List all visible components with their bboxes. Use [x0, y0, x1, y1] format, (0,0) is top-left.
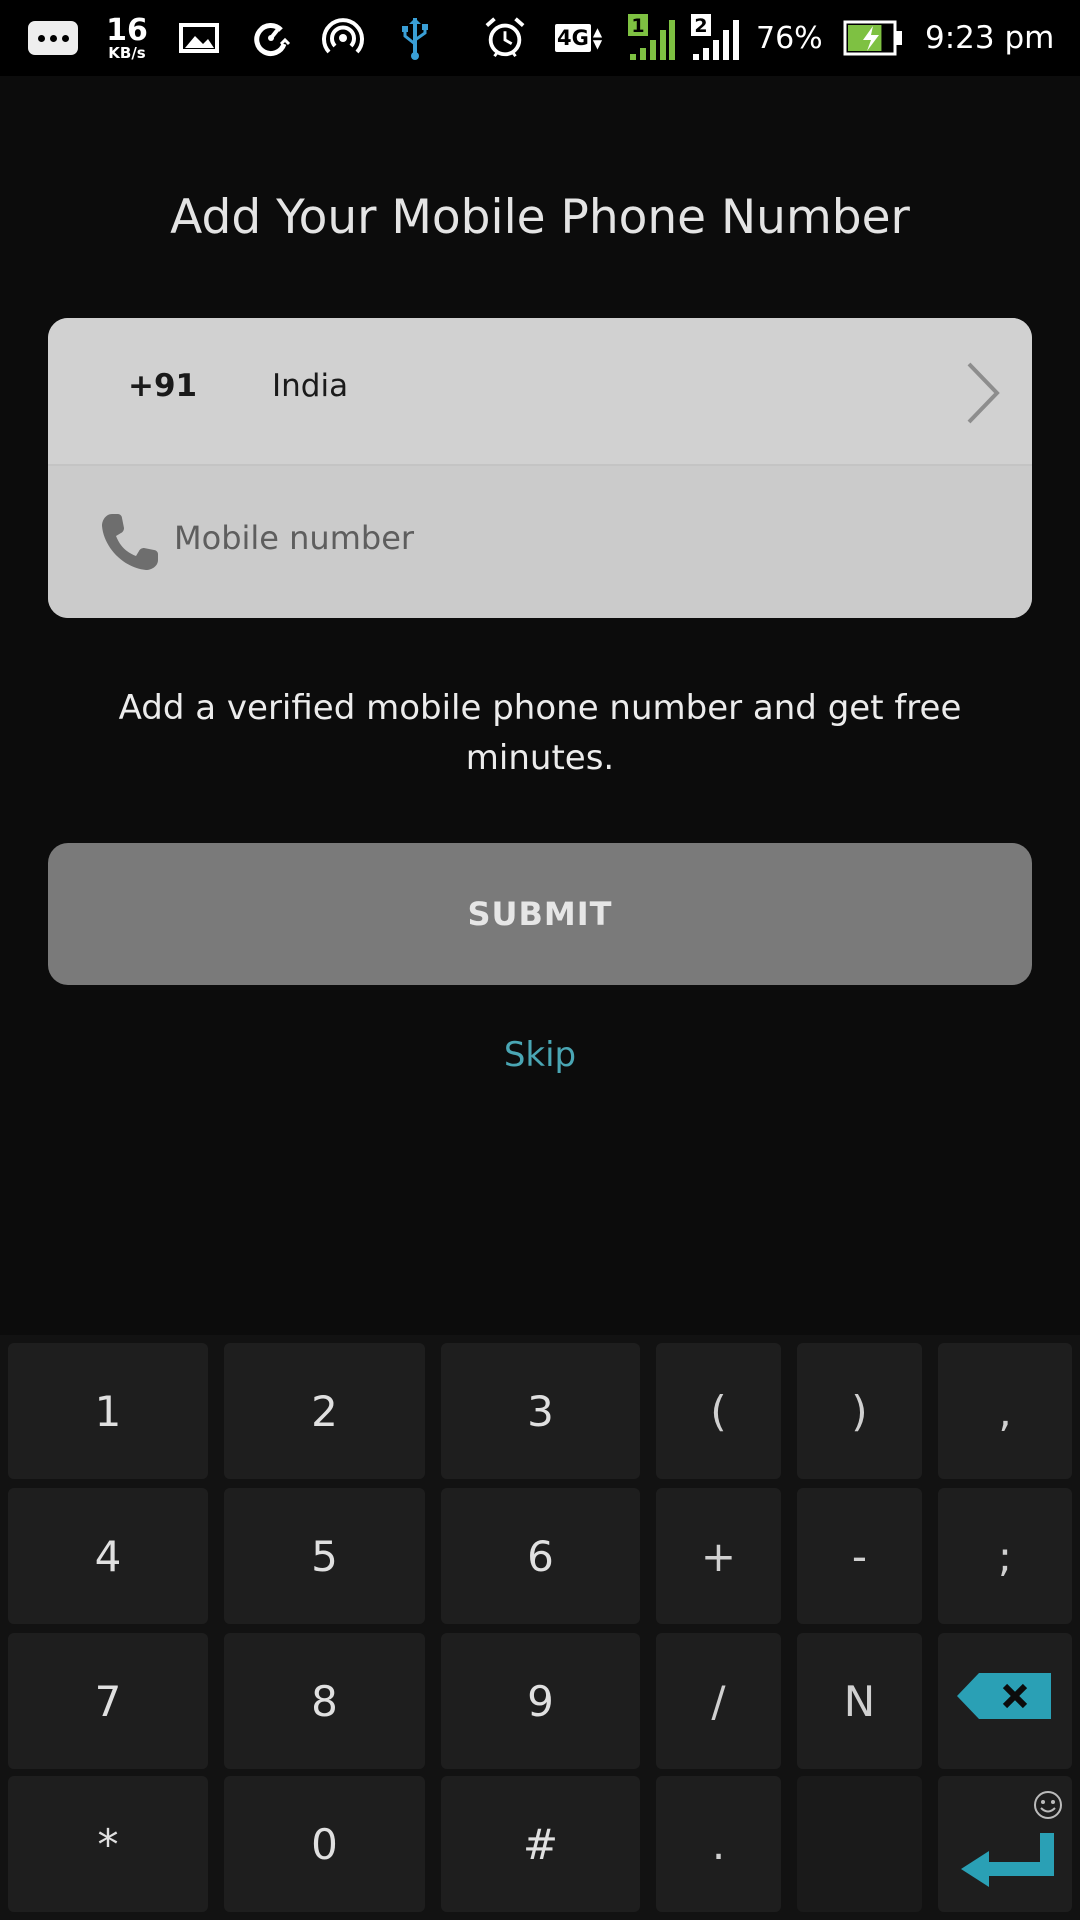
mobile-number-row: [48, 466, 1032, 618]
key[interactable]: 9: [441, 1633, 640, 1769]
smiley-icon: [1032, 1782, 1064, 1831]
sim2-signal-icon: 2: [689, 0, 743, 76]
skip-link[interactable]: Skip: [0, 1035, 1080, 1075]
key[interactable]: ,: [938, 1343, 1072, 1479]
key[interactable]: (: [656, 1343, 781, 1479]
phone-icon: [98, 510, 162, 578]
key[interactable]: 1: [8, 1343, 208, 1479]
network-speed: 16 KB/s: [100, 0, 154, 76]
enter-key[interactable]: [938, 1776, 1072, 1912]
key[interactable]: 0: [224, 1776, 425, 1912]
clock: 9:23 pm: [925, 20, 1055, 56]
battery-percent: 76%: [756, 20, 823, 56]
key[interactable]: /: [656, 1633, 781, 1769]
backspace-icon: [955, 1671, 1055, 1731]
key[interactable]: 4: [8, 1488, 208, 1624]
enter-icon: [955, 1829, 1055, 1899]
key[interactable]: #: [441, 1776, 640, 1912]
network-type-label: 4G: [555, 24, 591, 52]
sim2-label: 2: [694, 15, 707, 37]
network-type: 4G ▲ ▼: [555, 0, 629, 76]
page-title: Add Your Mobile Phone Number: [170, 190, 910, 245]
country-name: India: [272, 368, 349, 404]
sim1-signal-icon: 1: [626, 0, 678, 76]
key[interactable]: -: [797, 1488, 922, 1624]
key[interactable]: *: [8, 1776, 208, 1912]
data-saver-icon: [249, 0, 293, 76]
network-speed-unit: KB/s: [108, 43, 146, 62]
gallery-icon: [177, 0, 221, 76]
phone-entry-card: +91 India: [48, 318, 1032, 618]
status-bar: 16 KB/s 4G ▲ ▼ 1 2 76% 9:23 pm: [0, 0, 1080, 76]
key[interactable]: 6: [441, 1488, 640, 1624]
chevron-right-icon: [963, 360, 1003, 430]
key[interactable]: 5: [224, 1488, 425, 1624]
country-code: +91: [128, 368, 198, 404]
blank-key[interactable]: [797, 1776, 922, 1912]
hotspot-icon: [321, 0, 365, 76]
usb-icon: [393, 0, 437, 76]
key[interactable]: .: [656, 1776, 781, 1912]
info-text: Add a verified mobile phone number and g…: [118, 688, 962, 778]
alarm-icon: [483, 0, 527, 76]
key[interactable]: +: [656, 1488, 781, 1624]
key[interactable]: 7: [8, 1633, 208, 1769]
country-selector[interactable]: +91 India: [48, 318, 1032, 466]
key[interactable]: ): [797, 1343, 922, 1479]
sim1-label: 1: [631, 15, 644, 37]
more-notifications-icon: [28, 0, 80, 76]
key[interactable]: 8: [224, 1633, 425, 1769]
key[interactable]: N: [797, 1633, 922, 1769]
data-activity-icon: ▲ ▼: [592, 25, 603, 51]
backspace-key[interactable]: [938, 1633, 1072, 1769]
key[interactable]: 2: [224, 1343, 425, 1479]
key[interactable]: 3: [441, 1343, 640, 1479]
key[interactable]: ;: [938, 1488, 1072, 1624]
network-speed-value: 16: [106, 12, 148, 48]
battery-charging-icon: [843, 0, 905, 76]
mobile-number-input[interactable]: [174, 508, 974, 568]
submit-button[interactable]: SUBMIT: [48, 843, 1032, 985]
numeric-keyboard: 1 2 3(), 4 5 6 + -; 7 8 9/N * 0 #.: [0, 1335, 1080, 1920]
